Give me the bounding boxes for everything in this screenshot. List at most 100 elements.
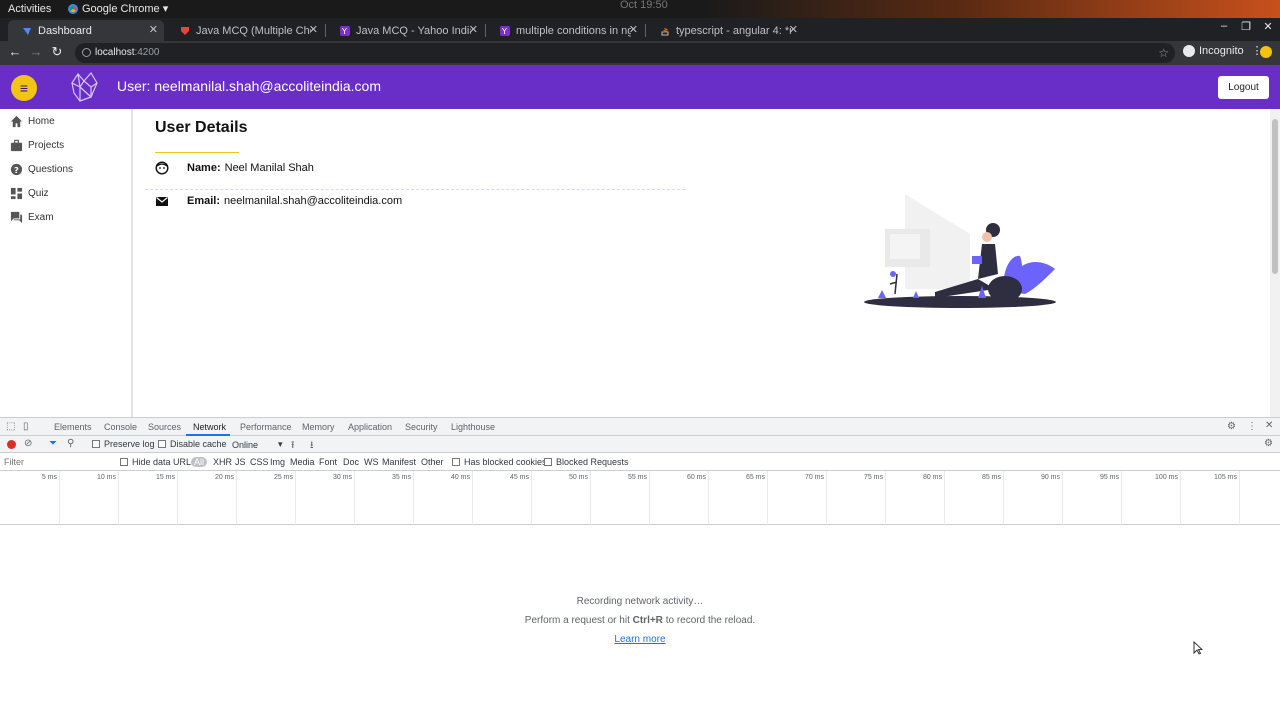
tab-dashboard[interactable]: Dashboard ✕ xyxy=(8,20,164,41)
timeline-tick-label: 80 ms xyxy=(922,474,942,481)
browser-tab-strip: Dashboard ✕ Java MCQ (Multiple Choic ✕ Y… xyxy=(0,18,1280,54)
forward-arrow-icon[interactable]: → xyxy=(29,44,43,59)
timeline-gridline xyxy=(472,471,473,525)
network-settings-icon[interactable]: ⚙ xyxy=(1264,438,1273,449)
incognito-indicator[interactable]: Incognito xyxy=(1183,45,1244,57)
clock[interactable]: Oct 19:50 xyxy=(620,0,668,14)
type-filter-css[interactable]: CSS xyxy=(250,457,269,467)
network-toolbar: ⊘ ⏷ ⚲ Preserve log Disable cache Online ▾… xyxy=(0,436,1280,453)
blocked-requests-checkbox[interactable]: Blocked Requests xyxy=(544,457,629,467)
more-options-icon[interactable]: ⋮ xyxy=(1247,421,1257,432)
sidebar-item-exam[interactable]: Exam xyxy=(10,209,54,225)
blocked-cookies-checkbox[interactable]: Has blocked cookies xyxy=(452,457,547,467)
tab-typescript-angular[interactable]: typescript - angular 4: *ng ✕ xyxy=(646,20,804,41)
close-devtools-icon[interactable]: ✕ xyxy=(1265,420,1273,431)
app-menu[interactable]: Google Chrome ▾ xyxy=(68,0,168,18)
disable-cache-checkbox[interactable]: Disable cache xyxy=(158,439,227,449)
restore-window-icon[interactable]: ❐ xyxy=(1239,20,1253,33)
tab-security[interactable]: Security xyxy=(405,422,438,432)
sidebar-item-quiz[interactable]: Quiz xyxy=(10,185,49,201)
tab-lighthouse[interactable]: Lighthouse xyxy=(451,422,495,432)
record-icon[interactable] xyxy=(7,440,16,449)
clear-icon[interactable]: ⊘ xyxy=(24,438,32,449)
tab-java-mcq[interactable]: Java MCQ (Multiple Choic ✕ xyxy=(166,20,324,41)
type-filter-img[interactable]: Img xyxy=(270,457,285,467)
hide-data-urls-checkbox[interactable]: Hide data URLs xyxy=(120,457,196,467)
timeline-gridline xyxy=(767,471,768,525)
timeline-gridline xyxy=(1003,471,1004,525)
filter-input[interactable] xyxy=(4,456,114,468)
email-row: Email: neelmanilal.shah@accoliteindia.co… xyxy=(155,194,402,208)
timeline-gridline xyxy=(177,471,178,525)
tab-memory[interactable]: Memory xyxy=(302,422,335,432)
mouse-pointer-icon xyxy=(1193,641,1203,655)
info-icon[interactable] xyxy=(82,48,91,57)
blocked-requests-label: Blocked Requests xyxy=(556,457,629,467)
row-divider xyxy=(145,189,685,190)
face-icon xyxy=(155,161,169,175)
activities-button[interactable]: Activities xyxy=(8,0,51,18)
type-filter-media[interactable]: Media xyxy=(290,457,315,467)
type-filter-js[interactable]: JS xyxy=(235,457,246,467)
type-filter-manifest[interactable]: Manifest xyxy=(382,457,416,467)
type-filter-xhr[interactable]: XHR xyxy=(213,457,232,467)
url-port: :4200 xyxy=(134,47,160,58)
throttling-select[interactable]: Online ▾ xyxy=(232,439,283,450)
address-bar[interactable]: localhost:4200 ☆ xyxy=(75,43,1175,63)
type-filter-font[interactable]: Font xyxy=(319,457,337,467)
timeline-gridline xyxy=(118,471,119,525)
scrollbar-thumb[interactable] xyxy=(1272,119,1278,274)
tab-application[interactable]: Application xyxy=(348,422,392,432)
menu-toggle-button[interactable]: ≡ xyxy=(11,75,37,101)
bookmark-star-icon[interactable]: ☆ xyxy=(1158,43,1169,63)
type-filter-other[interactable]: Other xyxy=(421,457,444,467)
reload-icon[interactable]: ↻ xyxy=(50,44,64,60)
device-toolbar-icon[interactable]: ▯ xyxy=(23,421,29,432)
email-icon xyxy=(156,197,168,206)
checkbox-box xyxy=(92,440,100,448)
tab-network[interactable]: Network xyxy=(193,422,226,432)
learn-more-link[interactable]: Learn more xyxy=(614,634,665,645)
settings-gear-icon[interactable]: ⚙ xyxy=(1227,421,1236,432)
network-overview-timeline[interactable]: 5 ms 10 ms 15 ms 20 ms 25 ms 30 ms 35 ms 40 ms 4… xyxy=(0,471,1280,525)
profile-avatar[interactable] xyxy=(1260,46,1272,58)
close-tab-icon[interactable]: ✕ xyxy=(789,23,798,36)
close-tab-icon[interactable]: ✕ xyxy=(309,23,318,36)
close-window-icon[interactable]: ✕ xyxy=(1261,20,1275,33)
type-filter-all[interactable]: All xyxy=(191,457,208,467)
search-icon[interactable]: ⚲ xyxy=(67,438,74,449)
close-tab-icon[interactable]: ✕ xyxy=(469,23,478,36)
tab-sources[interactable]: Sources xyxy=(148,422,181,432)
help-circle-icon: ? xyxy=(10,163,23,175)
back-arrow-icon[interactable]: ← xyxy=(8,44,22,59)
minimize-window-icon[interactable]: – xyxy=(1217,20,1231,32)
timeline-gridline xyxy=(295,471,296,525)
close-tab-icon[interactable]: ✕ xyxy=(149,23,158,36)
stackoverflow-favicon-icon xyxy=(661,27,669,35)
logout-button[interactable]: Logout xyxy=(1218,76,1269,99)
tab-console[interactable]: Console xyxy=(104,422,137,432)
timeline-tick-label: 5 ms xyxy=(41,474,57,481)
sidebar-item-label: Exam xyxy=(28,211,54,223)
yahoo-favicon-icon: Y xyxy=(340,25,350,36)
inspect-element-icon[interactable]: ⬚ xyxy=(6,421,15,432)
preserve-log-checkbox[interactable]: Preserve log xyxy=(92,439,155,449)
user-label: User: neelmanilal.shah@accoliteindia.com xyxy=(117,78,382,94)
tab-elements[interactable]: Elements xyxy=(54,422,92,432)
tab-multiple-conditions[interactable]: Y multiple conditions in ng ✕ xyxy=(486,20,644,41)
name-row: Name: Neel Manilal Shah xyxy=(155,161,314,175)
sidebar-item-label: Questions xyxy=(28,163,74,175)
close-tab-icon[interactable]: ✕ xyxy=(629,23,638,36)
page-scrollbar[interactable] xyxy=(1270,109,1280,417)
checkbox-box xyxy=(452,458,460,466)
type-filter-doc[interactable]: Doc xyxy=(343,457,359,467)
name-value: Neel Manilal Shah xyxy=(224,162,314,174)
sidebar-item-home[interactable]: Home xyxy=(10,113,55,129)
filter-funnel-icon[interactable]: ⏷ xyxy=(49,438,57,449)
tab-title: Dashboard xyxy=(38,24,92,37)
sidebar-item-questions[interactable]: ? Questions xyxy=(10,161,73,177)
type-filter-ws[interactable]: WS xyxy=(364,457,379,467)
tab-performance[interactable]: Performance xyxy=(240,422,292,432)
tab-yahoo-search[interactable]: Y Java MCQ - Yahoo India S ✕ xyxy=(326,20,484,41)
sidebar-item-projects[interactable]: Projects xyxy=(10,137,64,153)
